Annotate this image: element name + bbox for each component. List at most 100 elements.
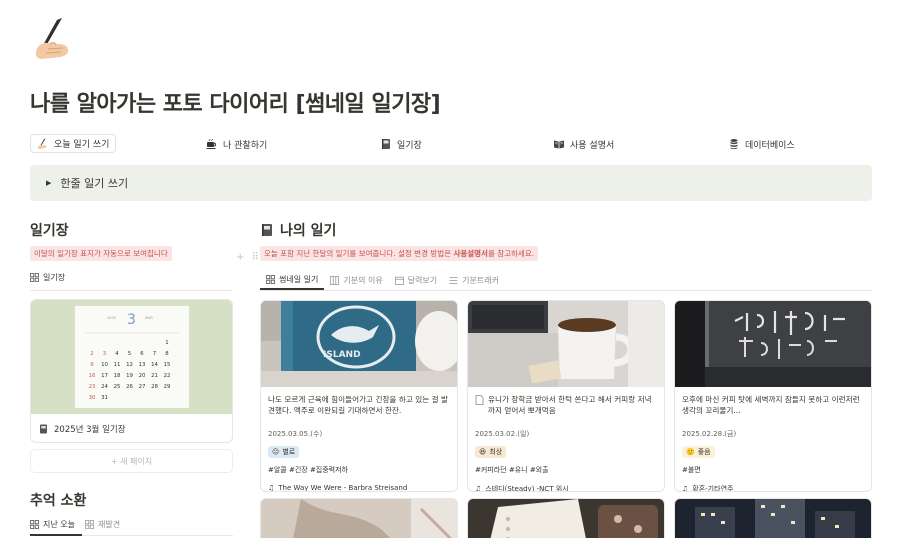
calendar-day: 19: [126, 373, 133, 379]
toggle-triangle-icon[interactable]: ▶: [46, 179, 51, 187]
calendar-day: 23: [89, 384, 96, 390]
tab-mood-reason[interactable]: 기분의 이유: [324, 271, 388, 290]
nav-label: 일기장: [397, 140, 422, 151]
card-photo-night-window: [675, 301, 871, 387]
nav-observe-me-link[interactable]: 나 관찰하기: [206, 134, 267, 154]
calendar-paper: 2025 3 MAR 1 2 3 4 5 6 7 8 9 10 11 12 13 14 15 16 17 18 19…: [75, 306, 189, 408]
card-song: ♫ 스테디(Steady) -NCT 위시: [475, 484, 657, 492]
card-tags: #커피라던 #유니 #외출: [475, 466, 549, 474]
mood-badge: 😆 최상: [475, 446, 507, 458]
nav-database-link[interactable]: 데이터베이스: [728, 134, 795, 154]
writing-hand-icon: [38, 138, 47, 149]
gallery-icon: [30, 519, 39, 529]
calendar-cover-image: 2025 3 MAR 1 2 3 4 5 6 7 8 9 10 11 12 13 14 15 16 17 18 19…: [31, 300, 232, 414]
calendar-day: 21: [151, 373, 158, 379]
calendar-diary-card[interactable]: 2025 3 MAR 1 2 3 4 5 6 7 8 9 10 11 12 13 14 15 16 17 18 19…: [30, 299, 233, 443]
tab-label: 지난 오늘: [43, 519, 75, 529]
card-date: 2025.03.02.(일): [475, 430, 530, 438]
diary-section-title: 일기장: [30, 223, 69, 239]
calendar-day: 7: [153, 351, 156, 357]
notebook-icon: [40, 424, 47, 434]
diary-card-partial[interactable]: [260, 498, 458, 538]
tab-rediscover[interactable]: 재발견: [85, 517, 120, 531]
calendar-day: 11: [114, 362, 121, 368]
my-diary-note: 오늘 포함 지난 한달의 일기를 보여줍니다. 설정 변경 방법은 사용설명서를…: [260, 246, 539, 261]
diary-view-tab[interactable]: 일기장: [30, 270, 233, 284]
calendar-day: 22: [164, 373, 171, 379]
calendar-day: 9: [90, 362, 94, 368]
tab-mood-tracker[interactable]: 기분트래커: [443, 271, 505, 290]
coffee-icon: [206, 138, 216, 149]
tab-label: 썸네일 일기: [279, 275, 319, 284]
calendar-day: 3: [103, 351, 106, 357]
top-navigation: 오늘 일기 쓰기 나 관찰하기 일기장 사용 설명서 데이터베이스: [30, 134, 870, 154]
card-date: 2025.03.05.(수): [268, 430, 323, 438]
active-tab-indicator: [30, 534, 82, 536]
block-drag-handle[interactable]: + ⠿: [236, 252, 261, 263]
card-photo: [468, 499, 664, 538]
calendar-day: 30: [89, 395, 96, 401]
calendar-day: 6: [140, 351, 144, 357]
calendar-year: 2025: [107, 316, 116, 320]
song-title: 황혼-기타연주: [692, 485, 734, 492]
card-date: 2025.02.28.(금): [682, 430, 737, 438]
calendar-month-name: MAR: [145, 316, 153, 320]
database-icon: [730, 139, 738, 150]
tab-label: 기분의 이유: [343, 276, 383, 285]
card-text-row: 유니가 장학금 받아서 한턱 쏜다고 해서 커피랑 저녁까지 얻어서 뽀개먹음: [475, 394, 657, 424]
card-song: ♫ The Way We Were - Barbra Streisand: [268, 484, 450, 492]
note-manual-link[interactable]: 사용설명서: [453, 249, 488, 258]
tab-past-today[interactable]: 지난 오늘: [30, 517, 75, 531]
diary-view-label: 일기장: [43, 272, 66, 282]
mood-face-icon: 🙂: [686, 448, 695, 456]
tab-calendar-view[interactable]: 달력보기: [389, 271, 443, 290]
board-icon: [330, 276, 340, 285]
card-photo-coffee: [468, 301, 664, 387]
card-text: 유니가 장학금 받아서 한턱 쏜다고 해서 커피랑 저녁까지 얻어서 뽀개먹음: [488, 395, 652, 416]
calendar-day: 24: [101, 384, 108, 390]
svg-text:ISLAND: ISLAND: [323, 350, 361, 360]
calendar-month-number: 3: [127, 312, 136, 328]
mood-badge: 😑 별로: [268, 446, 300, 458]
calendar-day: 28: [151, 384, 158, 390]
calendar-day: 27: [139, 384, 146, 390]
nav-diary-link[interactable]: 일기장: [380, 134, 422, 154]
mood-face-icon: 😆: [479, 448, 487, 456]
writing-hand-icon: [30, 14, 80, 64]
memory-section-title: 추억 소환: [30, 493, 87, 509]
card-song: ♫ 황혼-기타연주: [682, 484, 864, 492]
calendar-caption-text: 2025년 3월 일기장: [54, 425, 126, 435]
memory-tabs: 지난 오늘 재발견: [30, 517, 120, 531]
diary-card-partial[interactable]: [467, 498, 665, 538]
calendar-day: 14: [151, 362, 158, 368]
diary-section: 일기장 이달의 일기장 표지가 자동으로 보여집니다 일기장 2025 3 MA…: [30, 220, 233, 473]
nav-write-today-button[interactable]: 오늘 일기 쓰기: [30, 134, 117, 153]
nav-manual-link[interactable]: 사용 설명서: [553, 134, 614, 154]
calendar-day: 2: [90, 351, 93, 357]
music-note-icon: ♫: [268, 484, 275, 492]
tab-thumbnail-diary[interactable]: 썸네일 일기: [260, 271, 325, 290]
music-note-icon: ♫: [475, 485, 482, 492]
gallery-icon: [85, 519, 94, 529]
card-text: 나도 모르게 근육에 힘이들어가고 긴장을 하고 있는 걸 발견했다. 액주로 …: [268, 395, 448, 416]
view-tabs: 썸네일 일기 기분의 이유 달력보기 기분트래커: [260, 271, 872, 291]
diary-section-note: 이달의 일기장 표지가 자동으로 보여집니다: [30, 246, 172, 261]
music-note-icon: ♫: [682, 485, 689, 492]
calendar-day: 26: [126, 384, 133, 390]
diary-card[interactable]: ISLAND 나도 모르게 근육에 힘이들어가고 긴장을 하고 있는 걸 발견했…: [260, 300, 458, 492]
nav-label: 오늘 일기 쓰기: [54, 140, 110, 150]
new-page-button[interactable]: + 새 페이지: [30, 449, 233, 473]
diary-card[interactable]: 오후에 마신 커피 탓에 새벽까지 잠들지 못하고 이런저런 생각의 꼬리물기.…: [674, 300, 872, 492]
calendar-day: 4: [115, 351, 119, 357]
calendar-day: 18: [114, 373, 121, 379]
card-photo: [675, 499, 871, 538]
diary-card-partial[interactable]: [674, 498, 872, 538]
divider: [30, 290, 233, 291]
calendar-day: 1: [165, 340, 168, 346]
diary-card[interactable]: 유니가 장학금 받아서 한턱 쏜다고 해서 커피랑 저녁까지 얻어서 뽀개먹음 …: [467, 300, 665, 492]
card-photo-beer-can: ISLAND: [261, 301, 457, 387]
tab-label: 달력보기: [407, 276, 438, 285]
calendar-day: 25: [114, 384, 121, 390]
one-line-diary-toggle[interactable]: ▶ 한줄 일기 쓰기: [30, 165, 872, 201]
card-text: 오후에 마신 커피 탓에 새벽까지 잠들지 못하고 이런저런 생각의 꼬리물기.…: [682, 395, 860, 416]
